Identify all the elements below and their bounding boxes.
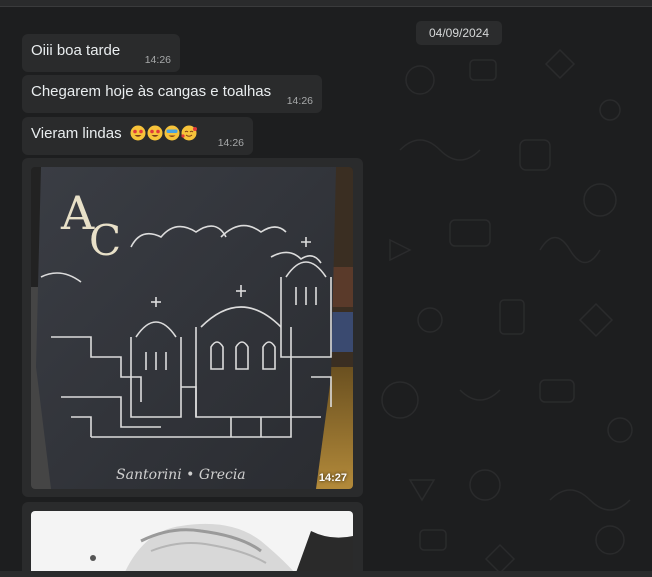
message-bubble[interactable]: Oiii boa tarde 14:26 bbox=[22, 34, 180, 72]
date-separator: 04/09/2024 bbox=[416, 21, 502, 45]
message-bubble[interactable]: Vieram lindas 14:26 bbox=[22, 117, 253, 155]
message-time: 14:26 bbox=[217, 137, 244, 149]
photo-white-fabric bbox=[31, 511, 353, 577]
smiling-with-hearts-emoji-icon bbox=[181, 125, 197, 141]
svg-text:C: C bbox=[89, 216, 121, 265]
image-message-bubble[interactable]: A C Santorini • Grecia 14:27 bbox=[22, 158, 363, 497]
message-text: Chegarem hoje às cangas e toalhas bbox=[31, 83, 272, 100]
photo-caption-text: Santorini • Grecia bbox=[116, 467, 246, 483]
message-photo[interactable] bbox=[31, 511, 353, 577]
message-time: 14:27 bbox=[318, 472, 347, 484]
message-photo[interactable]: A C Santorini • Grecia 14:27 bbox=[31, 167, 353, 489]
star-struck-emoji-icon bbox=[164, 125, 180, 141]
message-time: 14:26 bbox=[286, 95, 313, 107]
message-time: 14:26 bbox=[144, 54, 171, 66]
message-text: Vieram lindas bbox=[31, 125, 200, 142]
photo-towel-santorini: A C Santorini • Grecia bbox=[31, 167, 353, 489]
emoji-group bbox=[130, 125, 197, 141]
heart-eyes-emoji-icon bbox=[147, 125, 163, 141]
heart-eyes-emoji-icon bbox=[130, 125, 146, 141]
image-message-bubble[interactable] bbox=[22, 502, 363, 577]
chat-bottom-border bbox=[0, 571, 652, 577]
chat-panel: 04/09/2024 Oiii boa tarde 14:26 Chegarem… bbox=[0, 0, 652, 577]
message-text-content: Vieram lindas bbox=[31, 125, 122, 142]
message-bubble[interactable]: Chegarem hoje às cangas e toalhas 14:26 bbox=[22, 75, 322, 113]
message-text: Oiii boa tarde bbox=[31, 42, 121, 59]
